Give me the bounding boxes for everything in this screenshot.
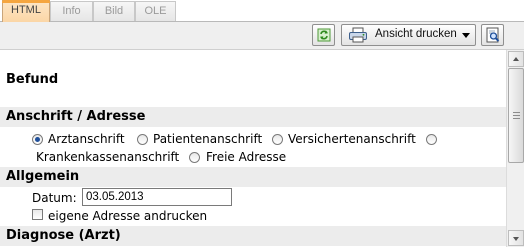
tab-label: Bild [104,5,124,17]
radio-patientenanschrift[interactable] [137,134,148,145]
own-address-checkbox[interactable] [32,209,43,220]
radio-freie-adresse[interactable] [189,152,200,163]
tab-label: Info [62,5,81,17]
scroll-up-button[interactable] [508,51,524,67]
allgemein-heading: Allgemein [0,167,506,187]
tab-bar: HTML Info Bild OLE [0,0,524,22]
date-label: Datum: [32,191,77,205]
scroll-down-button[interactable] [508,230,524,246]
befund-header-row: Befund [0,66,506,94]
tab-html[interactable]: HTML [2,0,50,22]
scroll-thumb[interactable] [508,68,524,163]
anschrift-heading: Anschrift / Adresse [0,107,506,127]
tab-bild[interactable]: Bild [93,1,135,21]
radio-label: Freie Adresse [206,150,287,164]
diagnose-heading: Diagnose (Arzt) [0,226,506,246]
own-address-row: eigene Adresse andrucken [0,208,506,226]
refresh-icon [317,28,331,42]
address-options-line2: Krankenkassenanschrift Freie Adresse [0,148,506,166]
refresh-button[interactable] [312,24,335,46]
radio-krankenkassenanschrift[interactable] [426,134,437,145]
radio-label: Versichertenanschrift [288,132,416,146]
print-view-label: Ansicht drucken [375,28,457,40]
print-preview-button[interactable] [481,24,504,46]
address-options: Arztanschrift Patientenanschrift Versich… [0,130,506,148]
document-view: Befund Anschrift / Adresse Arztanschrift… [0,50,506,247]
radio-label: Krankenkassenanschrift [36,150,180,164]
grip-line [513,115,520,116]
chevron-down-icon[interactable] [462,33,470,38]
tab-label: OLE [144,5,167,17]
grip-line [513,118,520,119]
grip-line [513,112,520,113]
own-address-label: eigene Adresse andrucken [48,209,208,223]
tab-label: HTML [11,4,41,16]
toolbar: Ansicht drucken [0,22,524,50]
radio-arztanschrift[interactable] [32,134,43,145]
vertical-scrollbar[interactable] [506,50,524,247]
radio-label: Patientenanschrift [153,132,263,146]
tab-info[interactable]: Info [50,1,93,21]
date-row: Datum: [0,188,506,208]
radio-versichertenanschrift[interactable] [272,134,283,145]
befund-heading: Befund [6,72,59,87]
printer-icon [349,27,367,43]
tab-ole[interactable]: OLE [135,1,176,21]
date-field[interactable] [82,188,232,206]
radio-label: Arztanschrift [48,132,125,146]
print-view-button[interactable]: Ansicht drucken [341,24,476,46]
print-preview-icon [486,27,500,43]
